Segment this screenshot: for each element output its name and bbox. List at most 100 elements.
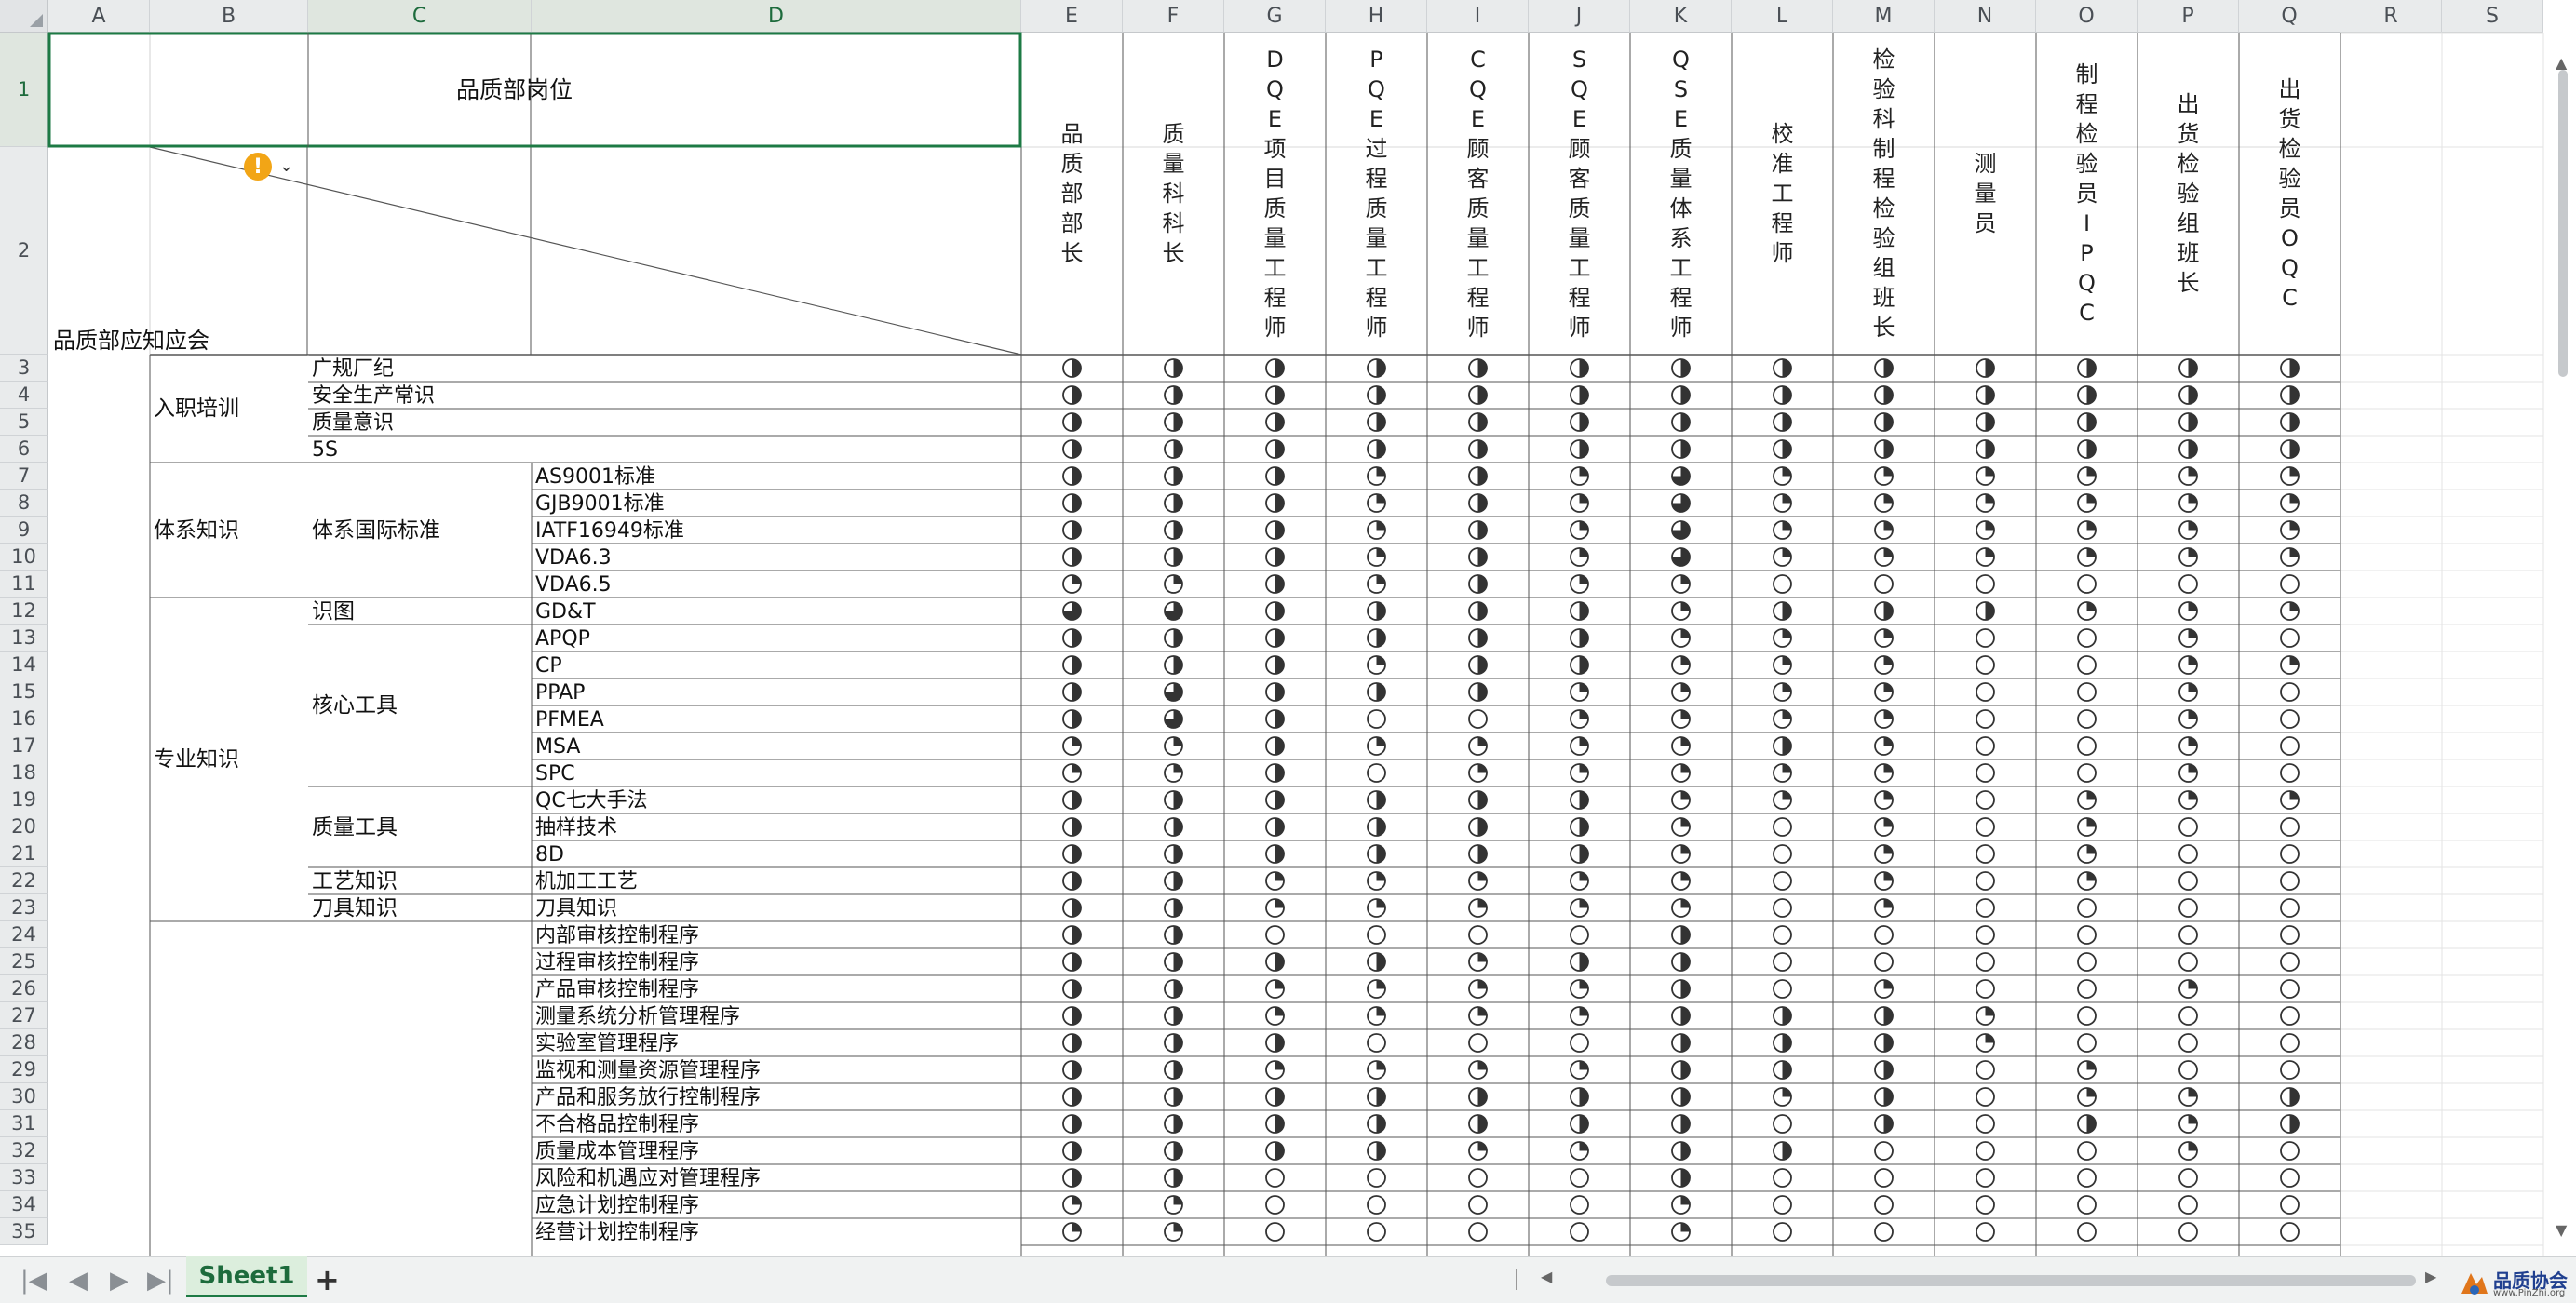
error-check-icon[interactable]: ! — [244, 153, 272, 181]
harvey-ball-level-1 — [2178, 628, 2198, 648]
harvey-ball-level-1 — [1773, 493, 1792, 513]
harvey-ball-level-1 — [1976, 1033, 1995, 1053]
harvey-ball-level-0 — [2280, 628, 2300, 648]
harvey-ball-level-2 — [2178, 439, 2198, 459]
harvey-ball-level-3 — [1164, 709, 1183, 729]
harvey-ball-level-0 — [2280, 898, 2300, 918]
harvey-ball-level-2 — [1671, 1114, 1691, 1134]
harvey-ball-level-2 — [2280, 1087, 2300, 1107]
header-char: 程 — [1568, 285, 1591, 311]
scroll-up-icon[interactable]: ▲ — [2556, 54, 2567, 72]
harvey-ball-level-1 — [1874, 979, 1894, 999]
harvey-ball-level-2 — [1265, 682, 1285, 702]
header-char: 检 — [1872, 195, 1895, 222]
header-char: 工 — [1263, 255, 1287, 281]
harvey-ball-level-1 — [1570, 763, 1589, 783]
harvey-ball-level-1 — [1164, 574, 1183, 594]
harvey-ball-level-0 — [1570, 1033, 1589, 1053]
header-char: 校 — [1771, 121, 1794, 147]
header-char: P — [1369, 47, 1383, 73]
harvey-ball-level-2 — [1265, 439, 1285, 459]
harvey-ball-level-0 — [1367, 1033, 1386, 1053]
harvey-ball-level-0 — [1773, 952, 1792, 972]
harvey-ball-level-0 — [1468, 709, 1488, 729]
header-char: 检 — [1872, 47, 1895, 73]
group-label-3: 专业知识 — [154, 747, 239, 772]
harvey-ball-level-1 — [2280, 493, 2300, 513]
harvey-ball-level-0 — [1773, 925, 1792, 945]
sheet-tab-sheet1[interactable]: Sheet1 — [186, 1256, 307, 1297]
harvey-ball-level-1 — [1570, 871, 1589, 891]
harvey-ball-level-1 — [2178, 493, 2198, 513]
harvey-ball-level-1 — [1164, 1222, 1183, 1242]
last-sheet-icon[interactable]: ▶| — [147, 1269, 174, 1293]
item-label: QC七大手法 — [535, 789, 648, 813]
harvey-ball-level-1 — [1367, 574, 1386, 594]
prev-sheet-icon[interactable]: ◀ — [69, 1269, 88, 1293]
next-sheet-icon[interactable]: ▶ — [110, 1269, 128, 1293]
harvey-ball-level-0 — [1468, 1168, 1488, 1188]
harvey-ball-level-1 — [2077, 547, 2097, 567]
harvey-ball-level-0 — [2178, 1222, 2198, 1242]
harvey-ball-level-1 — [2280, 547, 2300, 567]
item-label: IATF16949标准 — [535, 519, 684, 543]
harvey-ball-level-0 — [1976, 1222, 1995, 1242]
harvey-ball-level-2 — [1062, 520, 1082, 540]
harvey-ball-level-2 — [1671, 1141, 1691, 1161]
harvey-ball-level-0 — [2178, 952, 2198, 972]
harvey-ball-level-2 — [1367, 682, 1386, 702]
harvey-ball-level-1 — [1773, 466, 1792, 486]
harvey-ball-level-1 — [1773, 547, 1792, 567]
harvey-ball-level-1 — [1468, 979, 1488, 999]
harvey-ball-level-1 — [1773, 709, 1792, 729]
harvey-ball-level-2 — [1773, 1006, 1792, 1026]
harvey-ball-level-2 — [1468, 466, 1488, 486]
harvey-ball-level-2 — [1874, 1060, 1894, 1080]
harvey-ball-level-2 — [1874, 385, 1894, 405]
chevron-down-icon[interactable]: ⌄ — [279, 156, 293, 176]
harvey-ball-level-2 — [1164, 1006, 1183, 1026]
harvey-ball-level-3 — [1062, 601, 1082, 621]
position-header-12: 出货检验组班长 — [2138, 33, 2239, 355]
header-char: 组 — [2177, 210, 2200, 236]
item-label: 8D — [535, 843, 564, 866]
header-char: 程 — [1771, 210, 1794, 236]
harvey-ball-level-2 — [1062, 898, 1082, 918]
add-sheet-button[interactable]: + — [315, 1265, 340, 1295]
harvey-ball-level-2 — [1265, 763, 1285, 783]
harvey-ball-level-2 — [1164, 1114, 1183, 1134]
first-sheet-icon[interactable]: |◀ — [20, 1269, 47, 1293]
harvey-ball-level-1 — [1062, 736, 1082, 756]
scroll-right-icon[interactable]: ▶ — [2425, 1268, 2436, 1285]
harvey-ball-level-2 — [1265, 628, 1285, 648]
harvey-ball-level-2 — [2178, 385, 2198, 405]
harvey-ball-level-1 — [1468, 898, 1488, 918]
scroll-left-icon[interactable]: ◀ — [1541, 1268, 1552, 1285]
tab-split-handle[interactable] — [1516, 1269, 1517, 1290]
item-label: 产品审核控制程序 — [535, 978, 700, 1001]
vertical-scroll-thumb[interactable] — [2558, 70, 2568, 377]
harvey-ball-level-2 — [1164, 1087, 1183, 1107]
harvey-ball-level-1 — [1570, 1141, 1589, 1161]
harvey-ball-level-1 — [1468, 871, 1488, 891]
harvey-ball-level-1 — [1874, 682, 1894, 702]
harvey-ball-level-2 — [1164, 790, 1183, 810]
horizontal-scroll-thumb[interactable] — [1606, 1275, 2416, 1286]
scroll-down-icon[interactable]: ▼ — [2556, 1221, 2567, 1239]
harvey-ball-level-2 — [1265, 520, 1285, 540]
header-char: 师 — [1466, 315, 1490, 341]
harvey-ball-level-1 — [1976, 547, 1995, 567]
harvey-ball-level-0 — [2077, 1141, 2097, 1161]
harvey-ball-level-2 — [1265, 1114, 1285, 1134]
harvey-ball-level-2 — [1570, 358, 1589, 378]
header-char: 师 — [1365, 315, 1388, 341]
header-char: 班 — [2177, 240, 2200, 266]
harvey-ball-level-1 — [1062, 1222, 1082, 1242]
item-label: 经营计划控制程序 — [535, 1221, 700, 1244]
harvey-ball-level-0 — [2077, 925, 2097, 945]
harvey-ball-level-1 — [1671, 655, 1691, 675]
header-char: E — [1673, 106, 1689, 132]
header-char: 班 — [1872, 285, 1895, 311]
harvey-ball-level-2 — [1671, 1087, 1691, 1107]
harvey-ball-level-0 — [2178, 898, 2198, 918]
